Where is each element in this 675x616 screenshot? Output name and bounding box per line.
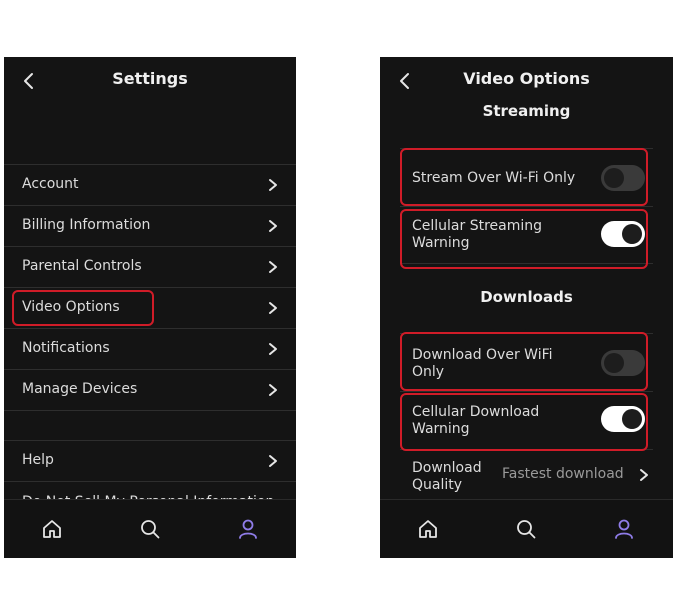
setting-label: Download Quality [412,460,482,494]
highlight-video-options [12,290,154,326]
setting-download-quality[interactable]: Download Quality Fastest download [400,450,653,501]
setting-label-line1: Download [412,460,482,476]
settings-item-label: Billing Information [22,217,151,233]
download-quality-value: Fastest download [502,466,624,482]
chevron-right-icon [269,384,277,396]
video-options-header: Video Options [380,57,673,105]
highlight-cellular-streaming [400,209,648,269]
highlight-stream-wifi [400,148,648,206]
bottom-navbar [380,499,673,558]
profile-icon[interactable] [613,518,635,540]
chevron-right-icon [640,469,648,481]
settings-header: Settings [4,57,296,105]
chevron-right-icon [269,179,277,191]
highlight-download-wifi [400,332,648,391]
divider [4,410,296,411]
chevron-right-icon [269,220,277,232]
settings-item-label: Notifications [22,340,110,356]
video-options-screen: Video Options Streaming Stream Over Wi-F… [380,57,673,558]
section-heading-streaming: Streaming [482,102,571,120]
settings-item-notifications[interactable]: Notifications [4,328,296,369]
search-icon[interactable] [515,518,537,540]
highlight-cellular-download [400,393,648,451]
chevron-right-icon [269,302,277,314]
settings-item-help[interactable]: Help [4,440,296,481]
section-heading-downloads: Downloads [480,288,573,306]
profile-icon[interactable] [237,518,259,540]
home-icon[interactable] [417,518,439,540]
chevron-right-icon [269,455,277,467]
chevron-right-icon [269,261,277,273]
settings-item-label: Manage Devices [22,381,138,397]
home-icon[interactable] [41,518,63,540]
search-icon[interactable] [139,518,161,540]
settings-item-parental-controls[interactable]: Parental Controls [4,246,296,287]
setting-label-line2: Quality [412,477,463,493]
chevron-right-icon [269,343,277,355]
settings-item-label: Help [22,452,54,468]
page-title: Settings [112,69,188,88]
settings-item-label: Parental Controls [22,258,142,274]
page-title: Video Options [463,69,590,88]
settings-item-billing[interactable]: Billing Information [4,205,296,246]
settings-screen: Settings Account Billing Information Par… [4,57,296,558]
settings-item-manage-devices[interactable]: Manage Devices [4,369,296,410]
bottom-navbar [4,499,296,558]
settings-item-label: Account [22,176,79,192]
settings-item-account[interactable]: Account [4,164,296,205]
